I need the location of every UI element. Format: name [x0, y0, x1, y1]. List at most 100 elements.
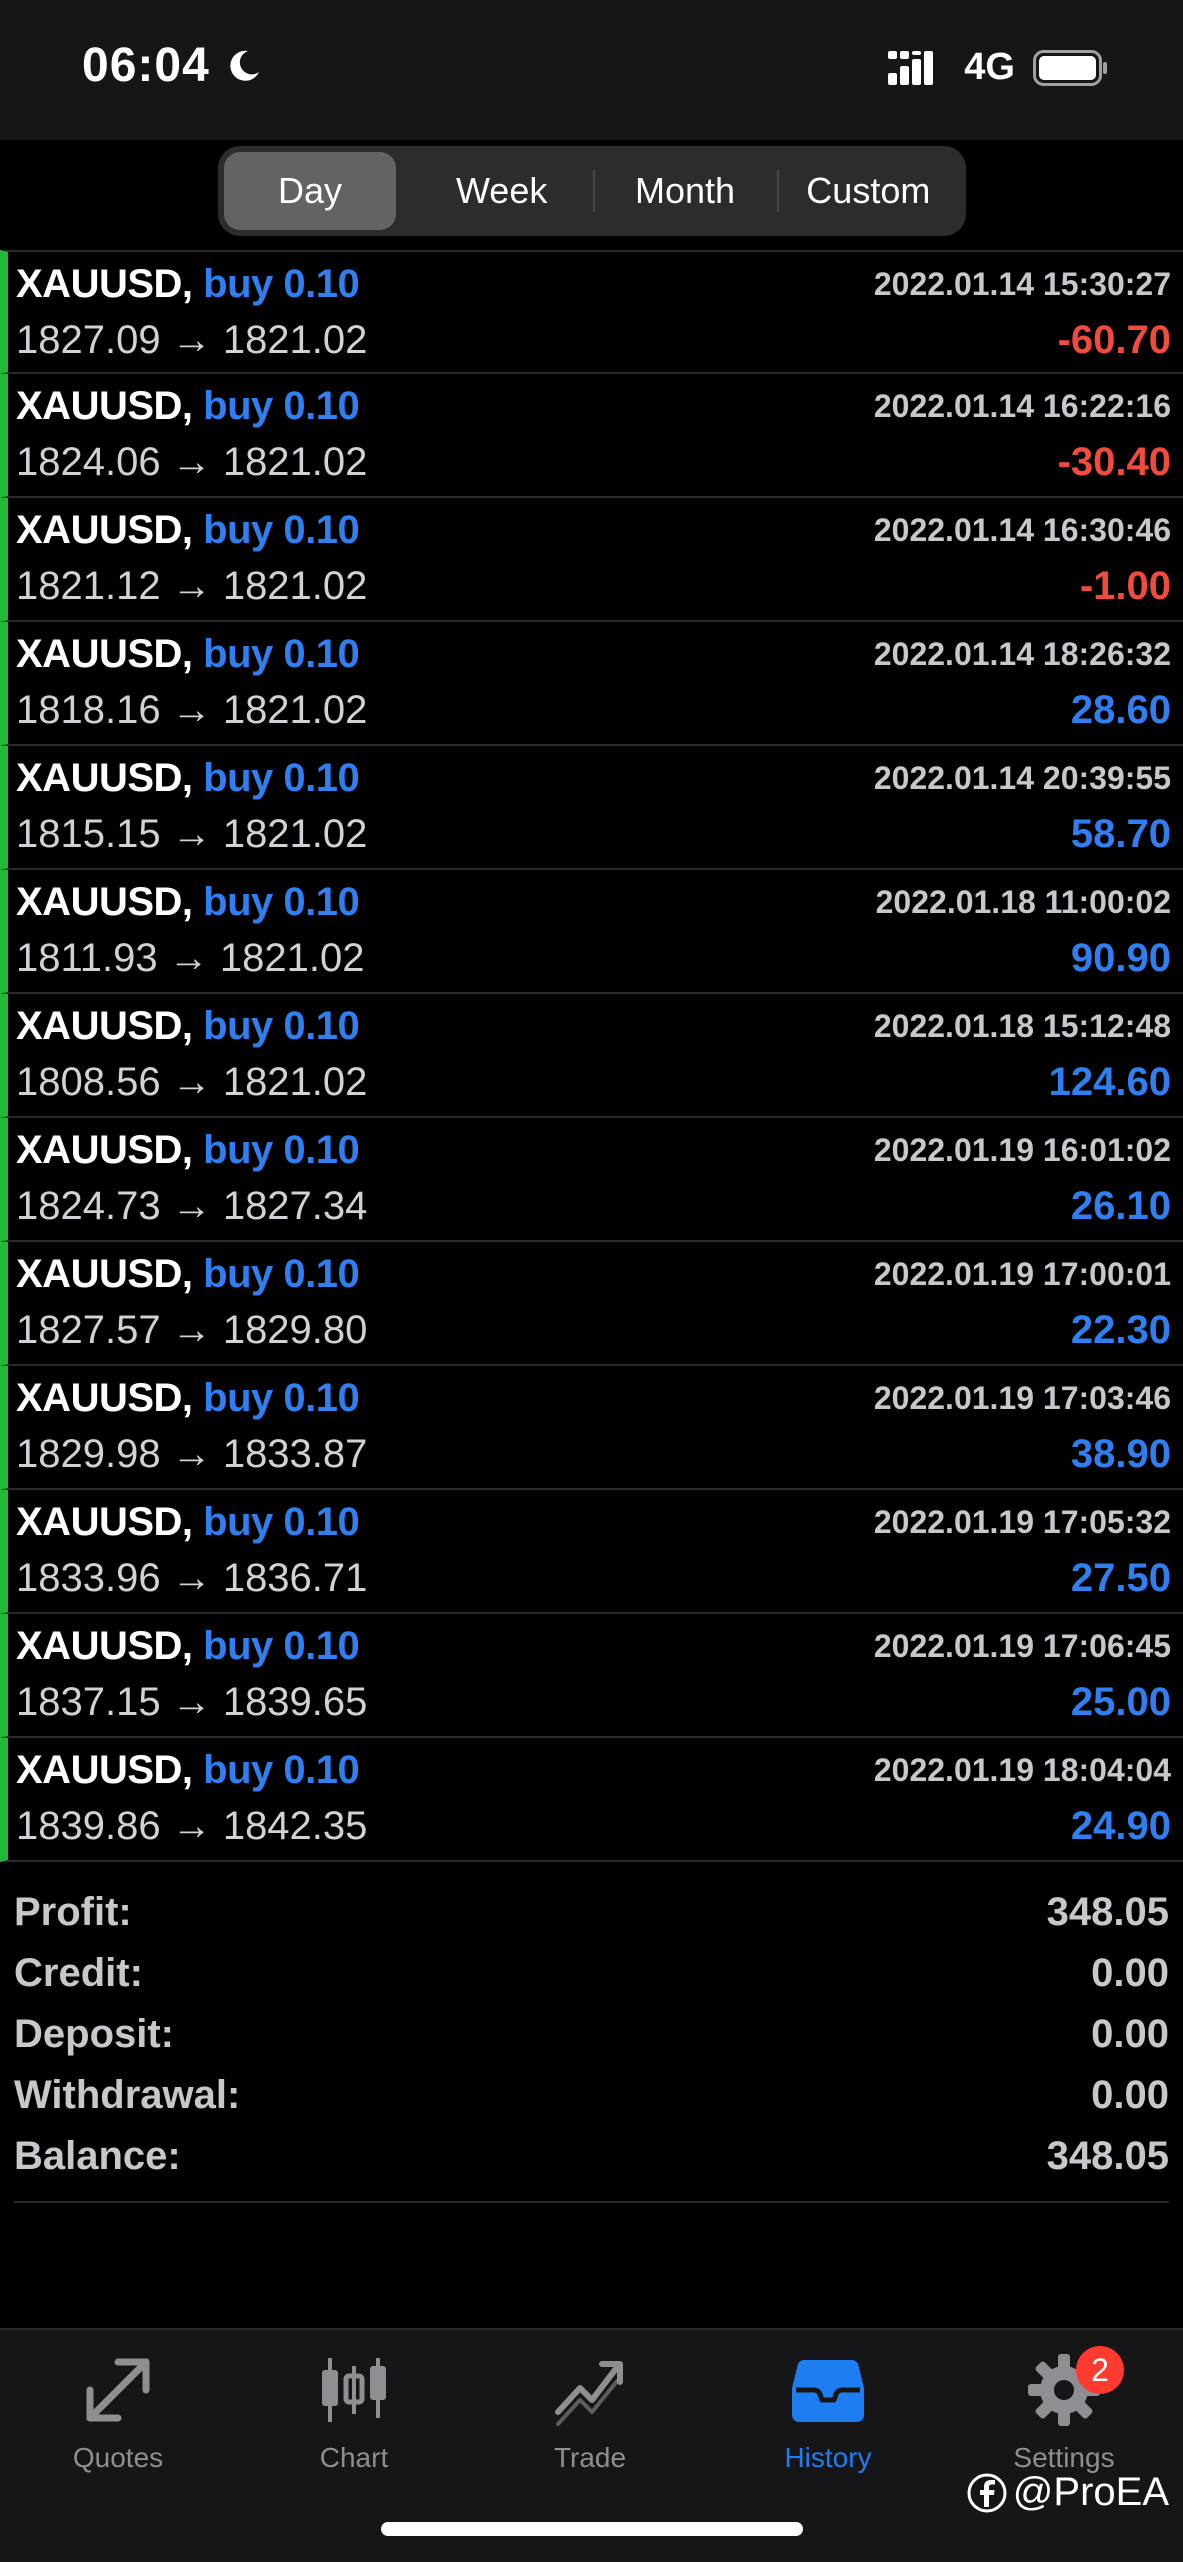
- deal-title: XAUUSD, buy 0.10: [16, 1624, 360, 1669]
- deal-row[interactable]: XAUUSD, buy 0.10 2022.01.18 11:00:02 181…: [0, 870, 1183, 994]
- deal-type: buy 0.10: [203, 880, 360, 924]
- deal-row[interactable]: XAUUSD, buy 0.10 2022.01.19 17:06:45 183…: [0, 1614, 1183, 1738]
- deal-title: XAUUSD, buy 0.10: [16, 1128, 360, 1173]
- deal-time: 2022.01.18 11:00:02: [875, 884, 1171, 920]
- summary-profit: Profit: 348.05: [14, 1882, 1169, 1943]
- deal-title: XAUUSD, buy 0.10: [16, 508, 360, 553]
- summary-credit: Credit: 0.00: [14, 1943, 1169, 2004]
- deal-type: buy 0.10: [203, 632, 360, 676]
- deal-symbol: XAUUSD,: [16, 262, 193, 306]
- summary-label: Balance:: [14, 2134, 181, 2178]
- deal-prices: 1837.15 → 1839.65: [16, 1680, 368, 1724]
- deal-type: buy 0.10: [203, 1252, 360, 1296]
- tab-quotes[interactable]: Quotes: [18, 2352, 218, 2474]
- deal-type: buy 0.10: [203, 1376, 360, 1420]
- deal-type: buy 0.10: [203, 1128, 360, 1172]
- deal-type: buy 0.10: [203, 1748, 360, 1792]
- deal-symbol: XAUUSD,: [16, 384, 193, 428]
- deal-type: buy 0.10: [203, 1624, 360, 1668]
- deal-row[interactable]: XAUUSD, buy 0.10 2022.01.19 16:01:02 182…: [0, 1118, 1183, 1242]
- deal-title: XAUUSD, buy 0.10: [16, 1748, 360, 1793]
- deal-symbol: XAUUSD,: [16, 508, 193, 552]
- status-time-text: 06:04: [82, 39, 210, 92]
- summary-value: 0.00: [1091, 2012, 1169, 2056]
- deal-row[interactable]: XAUUSD, buy 0.10 2022.01.14 15:30:27 182…: [0, 250, 1183, 374]
- deal-row[interactable]: XAUUSD, buy 0.10 2022.01.14 20:39:55 181…: [0, 746, 1183, 870]
- tab-week[interactable]: Week: [410, 152, 593, 230]
- deal-profit: -30.40: [1057, 440, 1171, 484]
- deal-title: XAUUSD, buy 0.10: [16, 632, 360, 677]
- deal-prices: 1824.06 → 1821.02: [16, 440, 368, 484]
- deal-profit: 90.90: [1070, 936, 1171, 980]
- deal-prices: 1829.98 → 1833.87: [16, 1432, 368, 1476]
- deal-symbol: XAUUSD,: [16, 1252, 193, 1296]
- deal-type: buy 0.10: [203, 384, 360, 428]
- deal-profit: 124.60: [1048, 1060, 1171, 1104]
- deal-symbol: XAUUSD,: [16, 756, 193, 800]
- network-label: 4G: [964, 46, 1015, 88]
- deal-profit: 26.10: [1070, 1184, 1171, 1228]
- deal-row[interactable]: XAUUSD, buy 0.10 2022.01.14 16:30:46 182…: [0, 498, 1183, 622]
- watermark: @ProEA: [967, 2470, 1169, 2515]
- deal-type: buy 0.10: [203, 508, 360, 552]
- summary-label: Deposit:: [14, 2012, 174, 2056]
- deal-row[interactable]: XAUUSD, buy 0.10 2022.01.19 17:03:46 182…: [0, 1366, 1183, 1490]
- deal-prices: 1821.12 → 1821.02: [16, 564, 368, 608]
- tab-trade[interactable]: Trade: [490, 2352, 690, 2474]
- deal-time: 2022.01.19 17:05:32: [873, 1504, 1171, 1540]
- deal-prices: 1824.73 → 1827.34: [16, 1184, 368, 1228]
- battery-icon: [1033, 49, 1107, 86]
- deal-prices: 1815.15 → 1821.02: [16, 812, 368, 856]
- account-summary: Profit: 348.05 Credit: 0.00 Deposit: 0.0…: [14, 1882, 1169, 2203]
- deal-time: 2022.01.18 15:12:48: [873, 1008, 1171, 1044]
- deal-symbol: XAUUSD,: [16, 632, 193, 676]
- deal-row[interactable]: XAUUSD, buy 0.10 2022.01.19 17:05:32 183…: [0, 1490, 1183, 1614]
- deal-row[interactable]: XAUUSD, buy 0.10 2022.01.19 17:00:01 182…: [0, 1242, 1183, 1366]
- deal-title: XAUUSD, buy 0.10: [16, 1376, 360, 1421]
- deal-profit: 38.90: [1070, 1432, 1171, 1476]
- deal-symbol: XAUUSD,: [16, 1748, 193, 1792]
- deal-time: 2022.01.19 17:03:46: [873, 1380, 1171, 1416]
- tab-chart[interactable]: Chart: [254, 2352, 454, 2474]
- deal-row[interactable]: XAUUSD, buy 0.10 2022.01.14 16:22:16 182…: [0, 374, 1183, 498]
- moon-icon: [230, 50, 259, 81]
- deal-title: XAUUSD, buy 0.10: [16, 756, 360, 801]
- deal-time: 2022.01.14 15:30:27: [873, 266, 1171, 302]
- summary-value: 348.05: [1046, 1890, 1169, 1934]
- deal-profit: 24.90: [1070, 1804, 1171, 1848]
- summary-label: Credit:: [14, 1951, 143, 1995]
- candlestick-icon: [322, 2358, 386, 2422]
- tab-custom[interactable]: Custom: [776, 152, 960, 230]
- tab-history[interactable]: History: [728, 2352, 928, 2474]
- deal-profit: -1.00: [1079, 564, 1171, 608]
- tab-day[interactable]: Day: [224, 152, 396, 230]
- tab-settings-label: Settings: [1013, 2442, 1115, 2473]
- deal-prices: 1839.86 → 1842.35: [16, 1804, 368, 1848]
- summary-value: 0.00: [1091, 1951, 1169, 1995]
- tab-month[interactable]: Month: [593, 152, 776, 230]
- deal-title: XAUUSD, buy 0.10: [16, 880, 360, 925]
- deal-prices: 1827.57 → 1829.80: [16, 1308, 368, 1352]
- deal-profit: 22.30: [1070, 1308, 1171, 1352]
- settings-badge: 2: [1076, 2346, 1124, 2394]
- summary-label: Profit:: [14, 1890, 132, 1934]
- deal-time: 2022.01.19 16:01:02: [873, 1132, 1171, 1168]
- home-indicator[interactable]: [381, 2522, 803, 2536]
- tab-settings[interactable]: 2 Settings: [964, 2346, 1164, 2474]
- deal-row[interactable]: XAUUSD, buy 0.10 2022.01.19 18:04:04 183…: [0, 1738, 1183, 1862]
- deal-title: XAUUSD, buy 0.10: [16, 1252, 360, 1297]
- deal-symbol: XAUUSD,: [16, 1500, 193, 1544]
- deal-symbol: XAUUSD,: [16, 1004, 193, 1048]
- deal-symbol: XAUUSD,: [16, 1624, 193, 1668]
- deal-row[interactable]: XAUUSD, buy 0.10 2022.01.14 18:26:32 181…: [0, 622, 1183, 746]
- quotes-icon: [86, 2358, 150, 2422]
- deal-profit: 25.00: [1070, 1680, 1171, 1724]
- deal-symbol: XAUUSD,: [16, 1376, 193, 1420]
- summary-label: Withdrawal:: [14, 2073, 241, 2117]
- deal-row[interactable]: XAUUSD, buy 0.10 2022.01.18 15:12:48 180…: [0, 994, 1183, 1118]
- deal-prices: 1833.96 → 1836.71: [16, 1556, 368, 1600]
- trade-trend-icon: [555, 2361, 623, 2426]
- summary-balance: Balance: 348.05: [14, 2126, 1169, 2187]
- deal-time: 2022.01.14 16:30:46: [873, 512, 1171, 548]
- signal-icon: [888, 50, 934, 85]
